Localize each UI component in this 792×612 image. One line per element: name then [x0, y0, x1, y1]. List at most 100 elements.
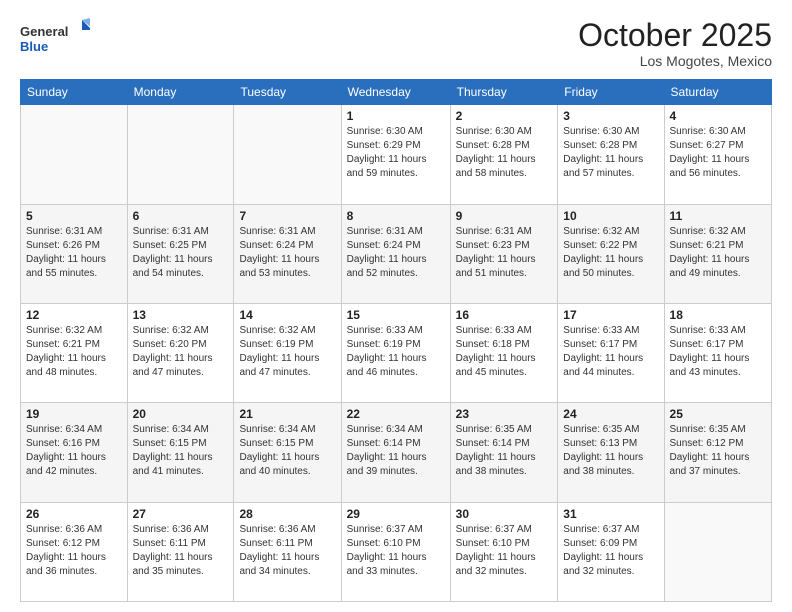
day-number: 5 — [26, 209, 122, 223]
day-number: 6 — [133, 209, 229, 223]
calendar-cell: 20 Sunrise: 6:34 AMSunset: 6:15 PMDaylig… — [127, 403, 234, 502]
day-number: 13 — [133, 308, 229, 322]
calendar-cell — [234, 105, 341, 204]
header-wednesday: Wednesday — [341, 80, 450, 105]
day-number: 22 — [347, 407, 445, 421]
week-row-4: 19 Sunrise: 6:34 AMSunset: 6:16 PMDaylig… — [21, 403, 772, 502]
day-info: Sunrise: 6:31 AMSunset: 6:23 PMDaylight:… — [456, 225, 553, 281]
day-info: Sunrise: 6:36 AMSunset: 6:11 PMDaylight:… — [239, 523, 335, 579]
day-number: 4 — [670, 109, 766, 123]
day-info: Sunrise: 6:32 AMSunset: 6:20 PMDaylight:… — [133, 324, 229, 380]
day-number: 29 — [347, 507, 445, 521]
day-number: 28 — [239, 507, 335, 521]
calendar-cell: 8 Sunrise: 6:31 AMSunset: 6:24 PMDayligh… — [341, 204, 450, 303]
header-friday: Friday — [558, 80, 664, 105]
week-row-3: 12 Sunrise: 6:32 AMSunset: 6:21 PMDaylig… — [21, 303, 772, 402]
calendar-cell: 21 Sunrise: 6:34 AMSunset: 6:15 PMDaylig… — [234, 403, 341, 502]
calendar-cell: 4 Sunrise: 6:30 AMSunset: 6:27 PMDayligh… — [664, 105, 771, 204]
header-tuesday: Tuesday — [234, 80, 341, 105]
logo-icon: General Blue — [20, 18, 90, 58]
calendar-cell: 17 Sunrise: 6:33 AMSunset: 6:17 PMDaylig… — [558, 303, 664, 402]
day-info: Sunrise: 6:34 AMSunset: 6:15 PMDaylight:… — [239, 423, 335, 479]
day-number: 9 — [456, 209, 553, 223]
day-number: 20 — [133, 407, 229, 421]
day-info: Sunrise: 6:30 AMSunset: 6:28 PMDaylight:… — [456, 125, 553, 181]
day-number: 2 — [456, 109, 553, 123]
calendar-cell: 13 Sunrise: 6:32 AMSunset: 6:20 PMDaylig… — [127, 303, 234, 402]
day-info: Sunrise: 6:33 AMSunset: 6:19 PMDaylight:… — [347, 324, 445, 380]
header-sunday: Sunday — [21, 80, 128, 105]
day-info: Sunrise: 6:32 AMSunset: 6:21 PMDaylight:… — [26, 324, 122, 380]
day-info: Sunrise: 6:31 AMSunset: 6:24 PMDaylight:… — [239, 225, 335, 281]
day-number: 19 — [26, 407, 122, 421]
logo: General Blue — [20, 18, 90, 58]
week-row-5: 26 Sunrise: 6:36 AMSunset: 6:12 PMDaylig… — [21, 502, 772, 601]
calendar-cell — [21, 105, 128, 204]
calendar-cell: 9 Sunrise: 6:31 AMSunset: 6:23 PMDayligh… — [450, 204, 558, 303]
svg-text:General: General — [20, 24, 68, 39]
day-info: Sunrise: 6:33 AMSunset: 6:17 PMDaylight:… — [563, 324, 658, 380]
calendar-cell: 25 Sunrise: 6:35 AMSunset: 6:12 PMDaylig… — [664, 403, 771, 502]
day-info: Sunrise: 6:37 AMSunset: 6:10 PMDaylight:… — [347, 523, 445, 579]
day-number: 12 — [26, 308, 122, 322]
calendar-cell: 2 Sunrise: 6:30 AMSunset: 6:28 PMDayligh… — [450, 105, 558, 204]
day-info: Sunrise: 6:34 AMSunset: 6:15 PMDaylight:… — [133, 423, 229, 479]
title-block: October 2025 Los Mogotes, Mexico — [578, 18, 772, 69]
calendar-cell: 30 Sunrise: 6:37 AMSunset: 6:10 PMDaylig… — [450, 502, 558, 601]
day-info: Sunrise: 6:31 AMSunset: 6:24 PMDaylight:… — [347, 225, 445, 281]
day-number: 25 — [670, 407, 766, 421]
day-info: Sunrise: 6:30 AMSunset: 6:27 PMDaylight:… — [670, 125, 766, 181]
day-number: 3 — [563, 109, 658, 123]
day-info: Sunrise: 6:31 AMSunset: 6:26 PMDaylight:… — [26, 225, 122, 281]
day-number: 1 — [347, 109, 445, 123]
svg-text:Blue: Blue — [20, 39, 48, 54]
page: General Blue October 2025 Los Mogotes, M… — [0, 0, 792, 612]
day-number: 11 — [670, 209, 766, 223]
day-number: 27 — [133, 507, 229, 521]
day-info: Sunrise: 6:35 AMSunset: 6:12 PMDaylight:… — [670, 423, 766, 479]
month-title: October 2025 — [578, 18, 772, 53]
day-info: Sunrise: 6:35 AMSunset: 6:13 PMDaylight:… — [563, 423, 658, 479]
day-number: 18 — [670, 308, 766, 322]
calendar-cell: 10 Sunrise: 6:32 AMSunset: 6:22 PMDaylig… — [558, 204, 664, 303]
day-number: 26 — [26, 507, 122, 521]
calendar-cell: 19 Sunrise: 6:34 AMSunset: 6:16 PMDaylig… — [21, 403, 128, 502]
calendar-cell: 7 Sunrise: 6:31 AMSunset: 6:24 PMDayligh… — [234, 204, 341, 303]
weekday-header-row: Sunday Monday Tuesday Wednesday Thursday… — [21, 80, 772, 105]
calendar-cell: 28 Sunrise: 6:36 AMSunset: 6:11 PMDaylig… — [234, 502, 341, 601]
day-info: Sunrise: 6:34 AMSunset: 6:14 PMDaylight:… — [347, 423, 445, 479]
header-thursday: Thursday — [450, 80, 558, 105]
week-row-2: 5 Sunrise: 6:31 AMSunset: 6:26 PMDayligh… — [21, 204, 772, 303]
location: Los Mogotes, Mexico — [578, 53, 772, 69]
day-number: 21 — [239, 407, 335, 421]
calendar-cell: 31 Sunrise: 6:37 AMSunset: 6:09 PMDaylig… — [558, 502, 664, 601]
day-info: Sunrise: 6:33 AMSunset: 6:18 PMDaylight:… — [456, 324, 553, 380]
day-number: 16 — [456, 308, 553, 322]
day-number: 14 — [239, 308, 335, 322]
calendar-cell: 26 Sunrise: 6:36 AMSunset: 6:12 PMDaylig… — [21, 502, 128, 601]
calendar-cell: 5 Sunrise: 6:31 AMSunset: 6:26 PMDayligh… — [21, 204, 128, 303]
calendar-cell: 12 Sunrise: 6:32 AMSunset: 6:21 PMDaylig… — [21, 303, 128, 402]
day-info: Sunrise: 6:32 AMSunset: 6:19 PMDaylight:… — [239, 324, 335, 380]
calendar-cell: 6 Sunrise: 6:31 AMSunset: 6:25 PMDayligh… — [127, 204, 234, 303]
day-info: Sunrise: 6:30 AMSunset: 6:28 PMDaylight:… — [563, 125, 658, 181]
day-info: Sunrise: 6:30 AMSunset: 6:29 PMDaylight:… — [347, 125, 445, 181]
calendar-cell: 1 Sunrise: 6:30 AMSunset: 6:29 PMDayligh… — [341, 105, 450, 204]
day-number: 17 — [563, 308, 658, 322]
week-row-1: 1 Sunrise: 6:30 AMSunset: 6:29 PMDayligh… — [21, 105, 772, 204]
day-number: 10 — [563, 209, 658, 223]
day-number: 24 — [563, 407, 658, 421]
day-info: Sunrise: 6:36 AMSunset: 6:12 PMDaylight:… — [26, 523, 122, 579]
day-number: 7 — [239, 209, 335, 223]
calendar-cell: 29 Sunrise: 6:37 AMSunset: 6:10 PMDaylig… — [341, 502, 450, 601]
calendar-cell: 11 Sunrise: 6:32 AMSunset: 6:21 PMDaylig… — [664, 204, 771, 303]
day-info: Sunrise: 6:32 AMSunset: 6:22 PMDaylight:… — [563, 225, 658, 281]
day-info: Sunrise: 6:33 AMSunset: 6:17 PMDaylight:… — [670, 324, 766, 380]
calendar-cell: 24 Sunrise: 6:35 AMSunset: 6:13 PMDaylig… — [558, 403, 664, 502]
header-saturday: Saturday — [664, 80, 771, 105]
calendar-cell: 14 Sunrise: 6:32 AMSunset: 6:19 PMDaylig… — [234, 303, 341, 402]
day-info: Sunrise: 6:36 AMSunset: 6:11 PMDaylight:… — [133, 523, 229, 579]
day-number: 31 — [563, 507, 658, 521]
calendar-cell: 3 Sunrise: 6:30 AMSunset: 6:28 PMDayligh… — [558, 105, 664, 204]
day-number: 30 — [456, 507, 553, 521]
